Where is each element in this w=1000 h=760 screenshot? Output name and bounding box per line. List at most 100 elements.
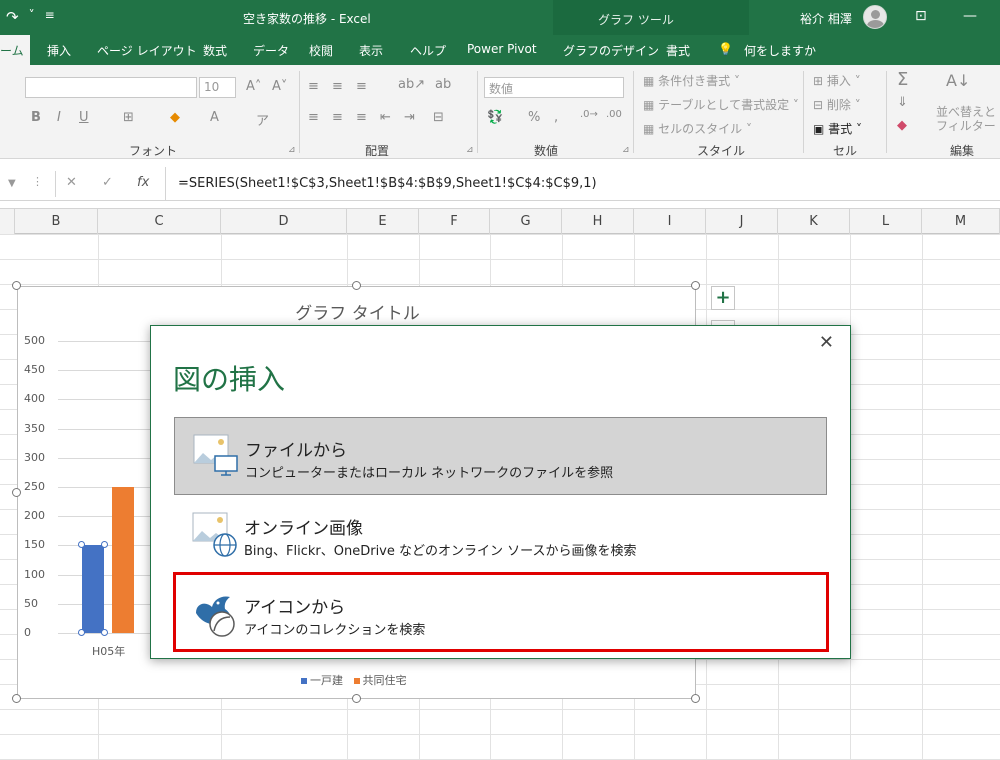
tab-review[interactable]: 校閲	[309, 42, 333, 59]
option-online-pictures[interactable]: オンライン画像 Bing、Flickr、OneDrive などのオンライン ソー…	[174, 496, 827, 574]
italic-icon[interactable]: I	[57, 110, 61, 125]
tab-power-pivot[interactable]: Power Pivot	[467, 42, 537, 56]
column-header-i[interactable]: I	[634, 209, 706, 234]
grow-font-icon[interactable]: A˄	[246, 79, 261, 94]
column-header-c[interactable]: C	[98, 209, 221, 234]
customize-toolbar-icon[interactable]: ≡	[45, 8, 55, 26]
column-header-m[interactable]: M	[922, 209, 1000, 234]
name-box-dropdown-icon[interactable]: ▼	[8, 178, 16, 189]
column-header-k[interactable]: K	[778, 209, 850, 234]
font-size-box[interactable]: 10	[199, 77, 236, 98]
resize-handle[interactable]	[352, 694, 361, 703]
column-header-h[interactable]: H	[562, 209, 634, 234]
decrease-indent-icon[interactable]: ⇤	[380, 110, 391, 125]
chevron-down-icon[interactable]: ˅	[29, 8, 35, 26]
x-category-label: H05年	[92, 645, 126, 658]
avatar[interactable]	[863, 5, 887, 29]
merge-center-icon[interactable]: ⊟	[433, 110, 444, 125]
phonetic-icon[interactable]: ア	[256, 110, 269, 129]
format-cells-icon: ▣	[813, 122, 829, 136]
minimize-icon[interactable]: —	[963, 8, 977, 24]
close-icon[interactable]: ✕	[819, 332, 834, 353]
insert-cells-button[interactable]: ⊞ 挿入 ˅	[813, 72, 861, 89]
column-header-d[interactable]: D	[221, 209, 347, 234]
bar-selection-handle[interactable]	[101, 541, 108, 549]
tab-chart-design[interactable]: グラフのデザイン	[563, 42, 659, 59]
ribbon-display-icon[interactable]: ⊡	[915, 8, 927, 24]
redo-icon[interactable]: ↷	[6, 8, 19, 26]
decrease-decimal-icon[interactable]: .00	[606, 109, 622, 120]
tab-format[interactable]: 書式	[666, 42, 690, 59]
align-bottom-icon[interactable]: ≡	[356, 79, 367, 94]
format-as-table-button[interactable]: ▦ テーブルとして書式設定 ˅	[643, 96, 799, 113]
fill-color-icon[interactable]: ◆	[170, 110, 180, 125]
clear-icon[interactable]: ◆	[897, 118, 907, 133]
bold-icon[interactable]: B	[31, 110, 41, 125]
currency-icon[interactable]: 💱	[487, 110, 503, 125]
tab-data[interactable]: データ	[253, 42, 289, 59]
sort-filter-icon[interactable]: A↓	[946, 71, 970, 90]
enter-icon[interactable]: ✓	[102, 175, 113, 190]
corner-cell[interactable]	[0, 209, 15, 234]
align-center-icon[interactable]: ≡	[332, 110, 343, 125]
align-right-icon[interactable]: ≡	[356, 110, 367, 125]
chart-legend[interactable]: 一戸建 共同住宅	[301, 672, 407, 688]
format-cells-button[interactable]: ▣ 書式 ˅	[813, 120, 862, 137]
number-format-box[interactable]: 数値	[484, 77, 624, 98]
column-header-g[interactable]: G	[490, 209, 562, 234]
tab-insert[interactable]: 挿入	[47, 42, 71, 59]
formula-input[interactable]: =SERIES(Sheet1!$C$3,Sheet1!$B$4:$B$9,She…	[178, 176, 597, 191]
resize-handle[interactable]	[691, 281, 700, 290]
column-header-e[interactable]: E	[347, 209, 419, 234]
column-header-b[interactable]: B	[15, 209, 98, 234]
shrink-font-icon[interactable]: A˅	[272, 79, 287, 94]
comma-icon[interactable]: ,	[554, 110, 558, 125]
orientation-icon[interactable]: ab↗	[398, 77, 425, 92]
align-top-icon[interactable]: ≡	[308, 79, 319, 94]
sort-filter-label[interactable]: 並べ替えと フィルター	[936, 105, 996, 133]
delete-cells-button[interactable]: ⊟ 削除 ˅	[813, 96, 861, 113]
font-launcher-icon[interactable]: ⊿	[288, 145, 296, 155]
chart-title[interactable]: グラフ タイトル	[18, 299, 697, 324]
align-left-icon[interactable]: ≡	[308, 110, 319, 125]
cancel-icon[interactable]: ✕	[66, 175, 77, 190]
tab-help[interactable]: ヘルプ	[410, 42, 446, 59]
autosum-icon[interactable]: Σ	[897, 69, 908, 90]
font-color-icon[interactable]: A	[210, 110, 219, 125]
resize-handle[interactable]	[12, 694, 21, 703]
bar-selection-handle[interactable]	[101, 629, 108, 636]
option-from-file[interactable]: ファイルから コンピューターまたはローカル ネットワークのファイルを参照	[174, 417, 827, 495]
bar-series-2[interactable]	[112, 487, 134, 633]
resize-handle[interactable]	[352, 281, 361, 290]
border-icon[interactable]: ⊞	[123, 110, 134, 125]
user-name[interactable]: 裕介 相澤	[800, 10, 852, 27]
percent-icon[interactable]: %	[528, 110, 540, 125]
tell-me-search[interactable]: 何をしますか	[744, 42, 816, 59]
chart-elements-button[interactable]: +	[711, 286, 735, 310]
tab-view[interactable]: 表示	[359, 42, 383, 59]
increase-indent-icon[interactable]: ⇥	[404, 110, 415, 125]
resize-handle[interactable]	[691, 694, 700, 703]
insert-function-icon[interactable]: fx	[137, 175, 149, 190]
wrap-text-icon[interactable]: ab	[435, 77, 451, 92]
align-middle-icon[interactable]: ≡	[332, 79, 343, 94]
underline-icon[interactable]: U	[79, 110, 89, 125]
tab-page-layout[interactable]: ページ レイアウト	[97, 42, 197, 59]
increase-decimal-icon[interactable]: .0→	[580, 109, 598, 120]
alignment-launcher-icon[interactable]: ⊿	[466, 145, 474, 155]
font-name-box[interactable]	[25, 77, 197, 98]
column-header-l[interactable]: L	[850, 209, 922, 234]
resize-handle[interactable]	[12, 281, 21, 290]
tab-formulas[interactable]: 数式	[203, 42, 227, 59]
column-header-j[interactable]: J	[706, 209, 778, 234]
resize-handle[interactable]	[12, 488, 21, 497]
column-header-f[interactable]: F	[419, 209, 490, 234]
legend-label-series-1: 一戸建	[310, 674, 343, 687]
bar-series-1[interactable]	[82, 545, 104, 633]
tab-home[interactable]: ーム	[0, 35, 30, 65]
bar-selection-handle[interactable]	[78, 629, 85, 636]
conditional-format-button[interactable]: ▦ 条件付き書式 ˅	[643, 72, 740, 89]
fill-icon[interactable]: ⇓	[897, 95, 908, 110]
cell-styles-button[interactable]: ▦ セルのスタイル ˅	[643, 120, 752, 137]
number-launcher-icon[interactable]: ⊿	[622, 145, 630, 155]
